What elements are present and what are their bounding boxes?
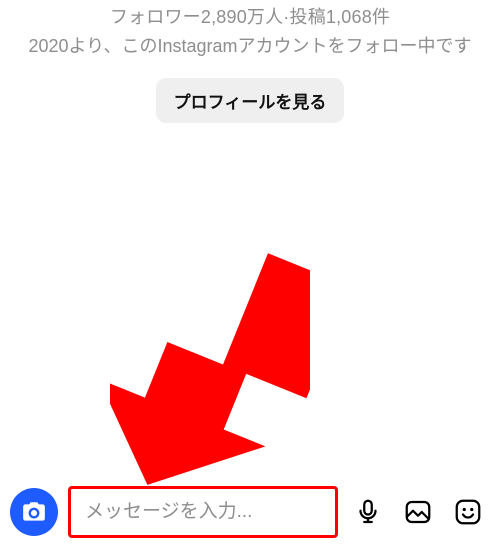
gallery-icon <box>403 497 433 527</box>
message-input[interactable] <box>85 501 321 523</box>
camera-icon <box>21 499 47 525</box>
view-profile-button[interactable]: プロフィールを見る <box>156 78 345 123</box>
message-composer <box>0 476 500 556</box>
view-profile-container: プロフィールを見る <box>0 78 500 123</box>
sticker-button[interactable] <box>448 492 488 532</box>
gallery-button[interactable] <box>398 492 438 532</box>
mic-icon <box>353 497 383 527</box>
message-input-highlight <box>68 486 338 538</box>
follower-post-stats: フォロワー2,890万人·投稿1,068件 <box>0 4 500 31</box>
mic-button[interactable] <box>348 492 388 532</box>
sticker-icon <box>453 497 483 527</box>
camera-button[interactable] <box>10 488 58 536</box>
annotation-arrow <box>110 240 310 500</box>
following-since-text: 2020より、このInstagramアカウントをフォロー中です <box>0 33 500 60</box>
profile-info: フォロワー2,890万人·投稿1,068件 2020より、このInstagram… <box>0 0 500 60</box>
